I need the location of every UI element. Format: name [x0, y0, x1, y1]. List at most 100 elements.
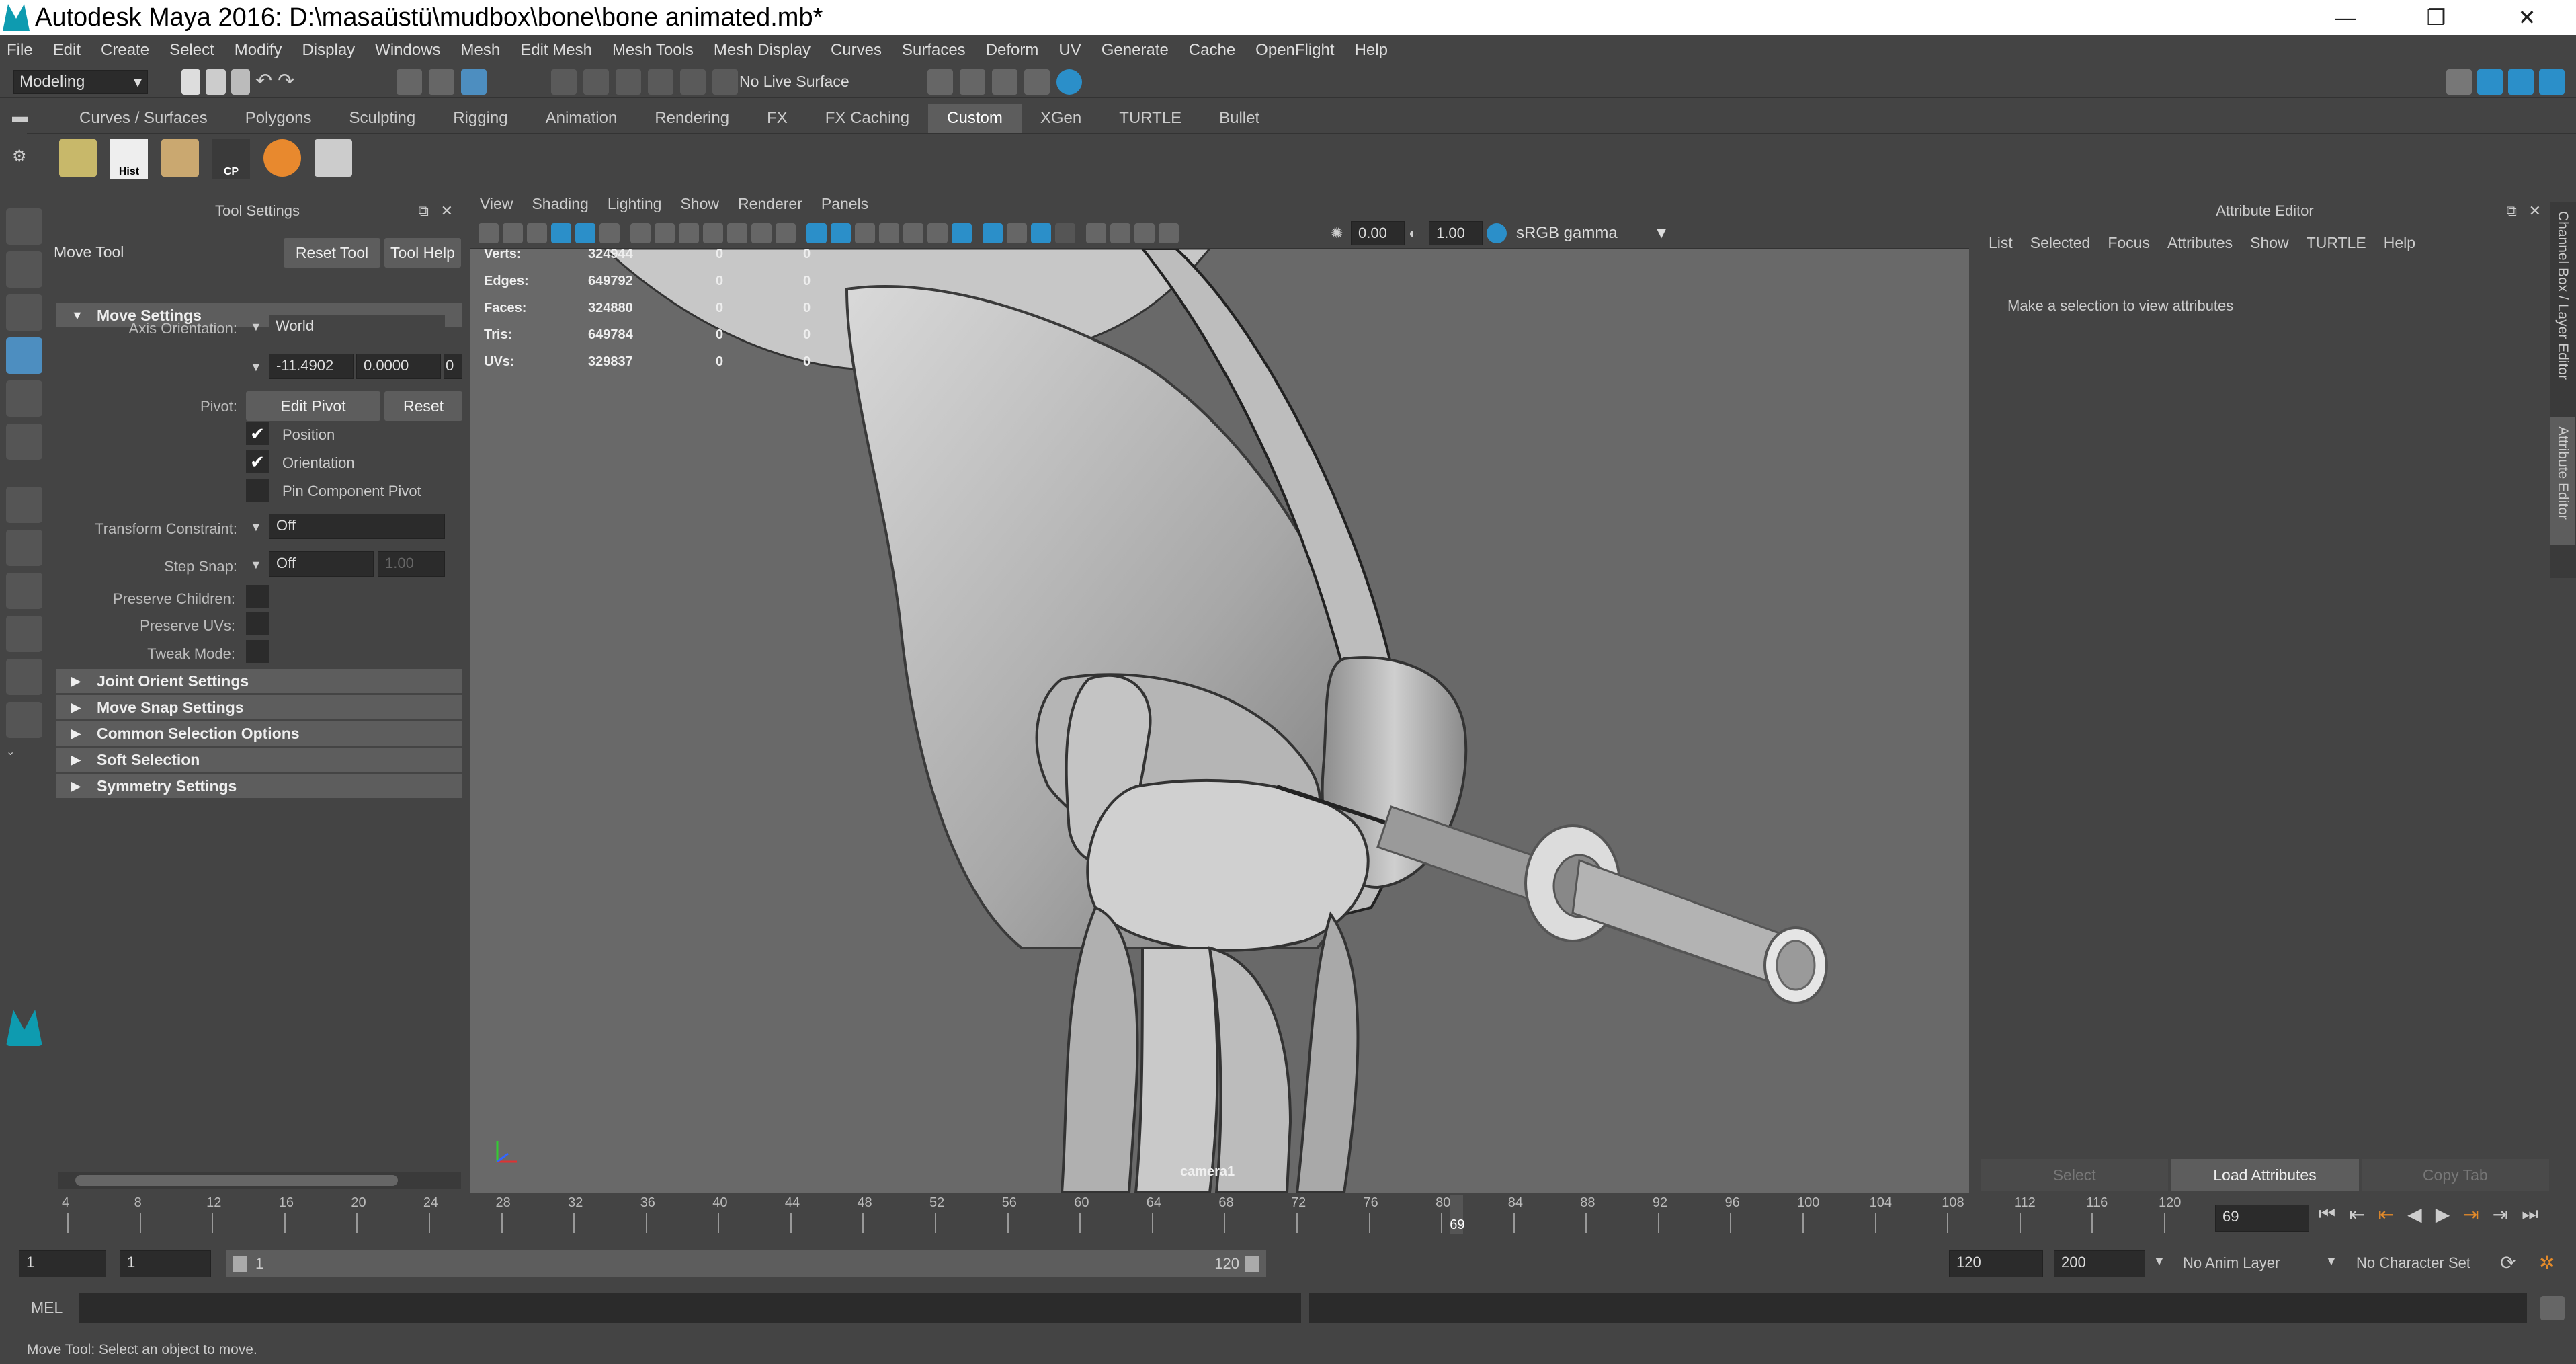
- xray-icon[interactable]: [952, 223, 972, 243]
- attr-menu-focus[interactable]: Focus: [2108, 234, 2150, 252]
- bookmark-icon[interactable]: [527, 223, 547, 243]
- scale-tool-icon[interactable]: [6, 424, 42, 460]
- render-frame-icon[interactable]: [927, 69, 953, 95]
- tweak-mode-checkbox[interactable]: [246, 640, 269, 663]
- step-snap-dropdown[interactable]: Off: [269, 551, 374, 577]
- shelf-tab-curves-surfaces[interactable]: Curves / Surfaces: [60, 104, 226, 133]
- select-object-icon[interactable]: [429, 69, 454, 95]
- render-sphere-icon[interactable]: [263, 139, 301, 177]
- shelf-tab-rendering[interactable]: Rendering: [636, 104, 748, 133]
- viewport-menu-view[interactable]: View: [480, 195, 513, 213]
- tool-help-button[interactable]: Tool Help: [384, 238, 461, 268]
- attr-menu-turtle[interactable]: TURTLE: [2307, 234, 2366, 252]
- menu-edit-mesh[interactable]: Edit Mesh: [520, 41, 592, 60]
- grease-pencil-icon[interactable]: [599, 223, 620, 243]
- move-tool-icon[interactable]: [6, 337, 42, 374]
- smooth-shade-icon[interactable]: [831, 223, 851, 243]
- menu-mesh-display[interactable]: Mesh Display: [714, 41, 811, 60]
- gamma-icon[interactable]: ◐: [1409, 225, 1417, 242]
- attr-menu-selected[interactable]: Selected: [2030, 234, 2091, 252]
- position-checkbox[interactable]: ✔: [246, 422, 269, 445]
- ipr-render-icon[interactable]: [960, 69, 985, 95]
- screen-space-icon[interactable]: [1134, 223, 1155, 243]
- animation-start-field[interactable]: 1: [19, 1250, 106, 1277]
- orientation-checkbox[interactable]: ✔: [246, 450, 269, 473]
- minimize-button[interactable]: —: [2319, 0, 2372, 35]
- edit-pivot-button[interactable]: Edit Pivot: [246, 391, 380, 421]
- current-frame-indicator[interactable]: 69: [1450, 1195, 1464, 1234]
- attr-menu-attributes[interactable]: Attributes: [2167, 234, 2233, 252]
- rotate-tool-icon[interactable]: [6, 380, 42, 417]
- menu-curves[interactable]: Curves: [831, 41, 882, 60]
- exposure-field[interactable]: 0.00: [1351, 221, 1405, 245]
- graph-editor-layout-icon[interactable]: [6, 616, 42, 652]
- menu-mesh[interactable]: Mesh: [461, 41, 501, 60]
- wireframe-icon[interactable]: [806, 223, 827, 243]
- camera-select-icon[interactable]: [479, 223, 499, 243]
- color-management-icon[interactable]: [1487, 223, 1507, 243]
- step-forward-frame-icon[interactable]: ⇥: [2463, 1203, 2479, 1226]
- chevron-down-icon[interactable]: ▼: [250, 360, 262, 374]
- grid-icon[interactable]: [630, 223, 651, 243]
- soft-selection-frame[interactable]: ▶ Soft Selection: [56, 748, 462, 772]
- center-pivot-button[interactable]: CP: [212, 139, 250, 179]
- axis-z-field[interactable]: 0: [444, 354, 462, 379]
- range-end-handle[interactable]: [1245, 1256, 1259, 1272]
- transform-constraint-dropdown[interactable]: Off: [269, 514, 445, 539]
- move-snap-settings-frame[interactable]: ▶ Move Snap Settings: [56, 695, 462, 719]
- menu-deform[interactable]: Deform: [986, 41, 1039, 60]
- step-forward-key-icon[interactable]: ⇥: [2493, 1203, 2508, 1226]
- chevron-down-icon[interactable]: ▼: [250, 320, 262, 334]
- preserve-children-checkbox[interactable]: [246, 585, 269, 608]
- scrollbar-thumb[interactable]: [75, 1175, 398, 1186]
- close-button[interactable]: ✕: [2500, 0, 2554, 35]
- toggle-tool-settings-icon[interactable]: [2508, 69, 2534, 95]
- copy-tab-button[interactable]: Copy Tab: [2361, 1159, 2549, 1191]
- horizontal-scrollbar[interactable]: [58, 1172, 461, 1189]
- use-all-lights-icon[interactable]: [903, 223, 923, 243]
- chevron-down-icon[interactable]: ▼: [2325, 1254, 2337, 1269]
- auto-key-icon[interactable]: ⟳: [2500, 1252, 2516, 1274]
- outliner-layout-icon[interactable]: [6, 573, 42, 609]
- snap-grid-icon[interactable]: [551, 69, 577, 95]
- animation-end-field[interactable]: 200: [2054, 1250, 2145, 1277]
- shelf-tab-polygons[interactable]: Polygons: [226, 104, 331, 133]
- menu-openflight[interactable]: OpenFlight: [1255, 41, 1334, 60]
- attr-menu-help[interactable]: Help: [2384, 234, 2415, 252]
- step-back-frame-icon[interactable]: ⇤: [2378, 1203, 2394, 1226]
- render-view-icon[interactable]: [1056, 69, 1082, 95]
- shelf-tab-custom[interactable]: Custom: [928, 104, 1022, 133]
- load-attributes-button[interactable]: Load Attributes: [2171, 1159, 2359, 1191]
- preserve-uvs-checkbox[interactable]: [246, 612, 269, 635]
- save-scene-icon[interactable]: [231, 69, 250, 95]
- menu-select[interactable]: Select: [169, 41, 214, 60]
- viewport-menu-renderer[interactable]: Renderer: [738, 195, 802, 213]
- gate-mask-icon[interactable]: [703, 223, 723, 243]
- depth-of-field-icon[interactable]: [1110, 223, 1130, 243]
- toggle-attribute-editor-icon[interactable]: [2477, 69, 2503, 95]
- common-selection-options-frame[interactable]: ▶ Common Selection Options: [56, 721, 462, 746]
- isolate-select-icon[interactable]: [983, 223, 1003, 243]
- lasso-tool-icon[interactable]: [6, 251, 42, 288]
- shelf-tab-rigging[interactable]: Rigging: [434, 104, 526, 133]
- shelf-tab-animation[interactable]: Animation: [527, 104, 636, 133]
- history-button[interactable]: Hist: [110, 139, 148, 179]
- attr-menu-show[interactable]: Show: [2250, 234, 2289, 252]
- script-language-toggle[interactable]: MEL: [31, 1299, 63, 1317]
- single-perspective-layout-icon[interactable]: [6, 487, 42, 523]
- shelf-tab-fx-caching[interactable]: FX Caching: [806, 104, 928, 133]
- hypershade-icon[interactable]: [1024, 69, 1050, 95]
- playback-start-field[interactable]: 1: [120, 1250, 211, 1277]
- chevron-down-icon[interactable]: ▼: [250, 520, 262, 534]
- go-to-start-icon[interactable]: ⏮: [2319, 1203, 2335, 1226]
- viewport-menu-panels[interactable]: Panels: [821, 195, 868, 213]
- script-editor-icon[interactable]: [2540, 1296, 2565, 1320]
- uv-editor-icon[interactable]: [59, 139, 97, 177]
- make-live-icon[interactable]: [712, 69, 738, 95]
- color-space-dropdown[interactable]: sRGB gamma ▼: [1511, 221, 1672, 245]
- shadows-icon[interactable]: [927, 223, 948, 243]
- viewport-menu-lighting[interactable]: Lighting: [608, 195, 662, 213]
- uv-editor-layout-icon[interactable]: [6, 702, 42, 738]
- shelf-tab-turtle[interactable]: TURTLE: [1100, 104, 1200, 133]
- four-view-layout-icon[interactable]: [6, 530, 42, 566]
